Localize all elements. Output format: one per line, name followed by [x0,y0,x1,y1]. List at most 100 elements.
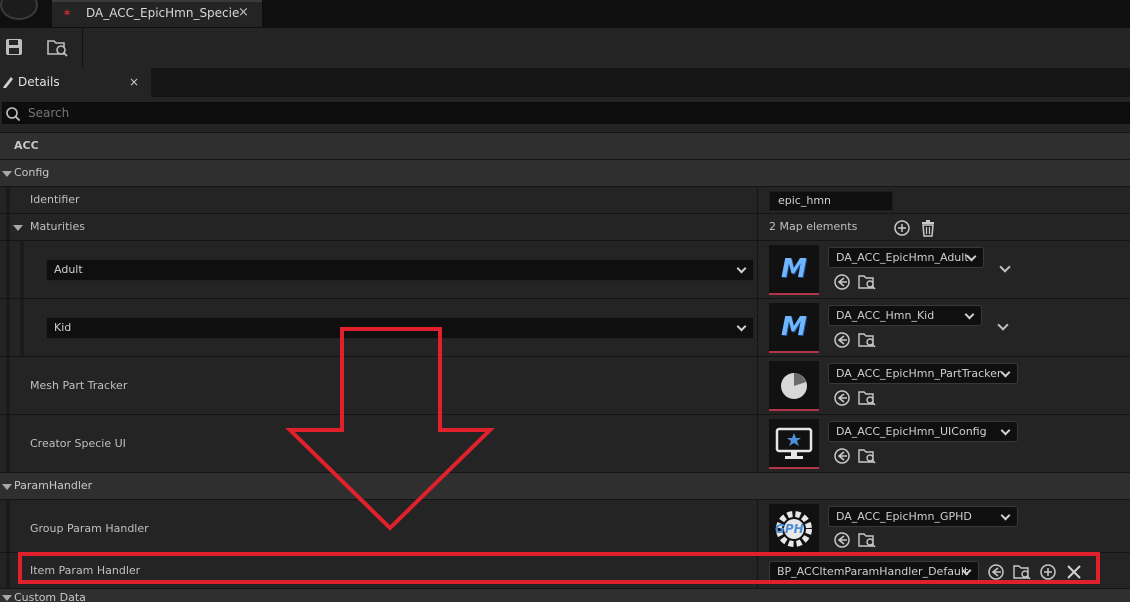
maturities-count: 2 Map elements [769,220,858,233]
chevron-down-icon [736,263,747,274]
indent-guide [6,299,10,356]
asset-thumbnail[interactable]: M [769,245,819,295]
creator-specie-ui-label: Creator Specie UI [30,437,126,450]
asset-picker-value: DA_ACC_EpicHmn_UIConfig [836,425,987,438]
document-tab-label: DA_ACC_EpicHmn_Specie [86,6,240,20]
toolbar-separator [82,28,83,68]
expand-arrow-icon [2,595,12,601]
row-maturity-kid: Kid M DA_ACC_Hmn_Kid [0,299,1130,357]
chevron-down-icon [964,309,975,320]
category-custom-data[interactable]: Custom Data [0,589,1130,602]
column-splitter[interactable] [757,357,758,414]
maturities-label: Maturities [30,220,85,233]
asset-picker-value: DA_ACC_Hmn_Kid [836,309,935,322]
asset-thumbnail[interactable] [769,361,819,411]
unreal-logo-icon[interactable] [0,0,38,20]
row-identifier: Identifier epic_hmn [0,187,1130,214]
use-selected-icon[interactable] [833,531,851,549]
group-param-handler-label: Group Param Handler [30,522,149,535]
mesh-part-tracker-label: Mesh Part Tracker [30,379,128,392]
trash-icon[interactable] [919,219,937,237]
asset-thumbnail[interactable]: M [769,303,819,353]
save-icon[interactable] [5,38,23,56]
category-param-handler-label: ParamHandler [14,479,93,492]
row-maturities: Maturities 2 Map elements [0,214,1130,241]
category-param-handler[interactable]: ParamHandler [0,473,1130,500]
asset-picker-dropdown[interactable]: DA_ACC_EpicHmn_PartTracker [828,363,1018,384]
category-config-label: Config [14,166,50,179]
search-bar [0,97,1130,132]
expand-arrow-icon [2,484,12,490]
row-maturity-adult: Adult M DA_ACC_EpicHmn_Adult [0,241,1130,299]
use-selected-icon[interactable] [833,447,851,465]
details-tab-bar: Details × [0,68,1130,97]
details-tab-label: Details [18,75,60,89]
browse-to-asset-icon[interactable] [858,331,876,349]
category-custom-data-label: Custom Data [14,591,86,602]
indent-guide [6,415,10,472]
browse-to-asset-icon[interactable] [858,531,876,549]
pencil-icon [3,77,13,88]
use-selected-icon[interactable] [833,389,851,407]
indent-guide [6,553,10,588]
row-group-param-handler: Group Param Handler GPH DA_ACC_EpicHmn_G… [0,500,1130,554]
annotation-arrow [285,327,495,531]
browse-to-asset-icon[interactable] [858,389,876,407]
category-acc-label: ACC [14,139,39,152]
indent-guide [20,241,24,298]
chevron-down-icon [736,321,747,332]
asset-star-icon: ✶ [62,6,73,20]
asset-picker-dropdown[interactable]: DA_ACC_EpicHmn_GPHD [828,506,1018,527]
asset-picker-value: DA_ACC_EpicHmn_PartTracker [836,367,1002,380]
asset-picker-value: DA_ACC_EpicHmn_GPHD [836,510,972,523]
search-input[interactable] [2,102,1130,124]
expand-arrow-icon[interactable] [13,225,23,231]
add-element-icon[interactable] [893,219,911,237]
column-splitter[interactable] [757,187,758,213]
maturity-key-label: Kid [54,321,72,334]
browse-to-asset-icon[interactable] [858,273,876,291]
column-splitter[interactable] [757,500,758,552]
chevron-down-icon [1000,425,1011,436]
chevron-down-icon[interactable] [999,261,1011,273]
asset-picker-dropdown[interactable]: DA_ACC_EpicHmn_Adult [828,247,984,268]
tab-details[interactable]: Details × [0,68,151,97]
title-bar: ✶ DA_ACC_EpicHmn_Specie × [0,0,1130,28]
expand-arrow-icon [2,171,12,177]
asset-picker-dropdown[interactable]: DA_ACC_Hmn_Kid [828,305,982,326]
column-splitter[interactable] [757,299,758,356]
column-splitter[interactable] [757,241,758,298]
asset-thumbnail[interactable]: GPH [769,504,819,554]
maturity-key-label: Adult [54,263,83,276]
toolbar [0,28,1130,68]
close-tab-icon[interactable]: × [238,5,249,20]
identifier-field[interactable]: epic_hmn [769,191,893,211]
chevron-down-icon [1000,510,1011,521]
annotation-highlight-box [18,552,1100,584]
row-creator-specie-ui: Creator Specie UI DA_ACC_EpicHmn_UIConfi… [0,415,1130,473]
indent-guide [6,241,10,298]
asset-picker-dropdown[interactable]: DA_ACC_EpicHmn_UIConfig [828,421,1018,442]
use-selected-icon[interactable] [833,331,851,349]
indent-guide [6,500,10,552]
document-tab[interactable]: ✶ DA_ACC_EpicHmn_Specie × [52,0,262,27]
maturity-key-dropdown[interactable]: Adult [46,259,754,281]
asset-thumbnail[interactable] [769,419,819,469]
column-splitter[interactable] [757,415,758,472]
data-asset-pie-icon [781,373,807,399]
browse-to-asset-icon[interactable] [858,447,876,465]
chevron-down-icon[interactable] [997,319,1009,331]
category-config[interactable]: Config [0,160,1130,187]
indent-guide [6,214,10,240]
material-m-icon: M [781,312,807,342]
indent-guide [6,187,10,213]
browse-icon[interactable] [47,38,69,58]
indent-guide [20,299,24,356]
material-m-icon: M [781,254,807,284]
column-splitter[interactable] [757,214,758,240]
category-acc[interactable]: ACC [0,133,1130,160]
indent-guide [6,357,10,414]
close-details-icon[interactable]: × [129,75,139,89]
chevron-down-icon [1000,367,1011,378]
use-selected-icon[interactable] [833,273,851,291]
